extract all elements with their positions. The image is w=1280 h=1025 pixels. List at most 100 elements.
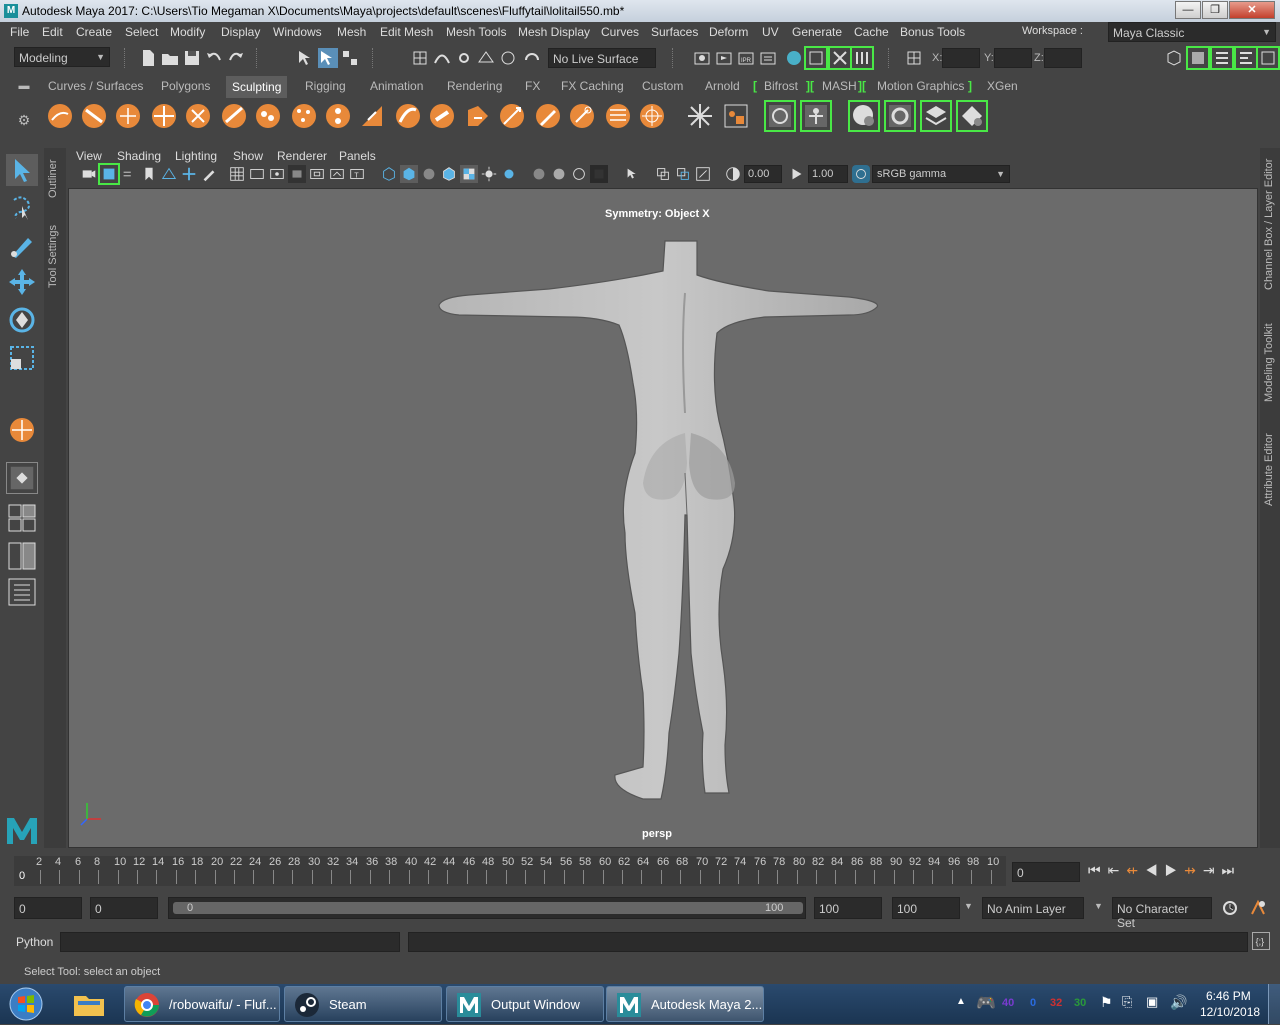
panel-menu-view[interactable]: View xyxy=(76,149,102,163)
panel-menu-shading[interactable]: Shading xyxy=(117,149,161,163)
auto-key-icon[interactable] xyxy=(1220,898,1240,918)
grid-icon[interactable] xyxy=(228,165,246,183)
render-current-frame-icon[interactable] xyxy=(714,48,734,68)
command-input[interactable] xyxy=(60,932,400,952)
command-language-toggle[interactable]: Python xyxy=(16,935,53,949)
panel-menu-renderer[interactable]: Renderer xyxy=(277,149,327,163)
gamma-icon[interactable] xyxy=(788,165,806,183)
network-icon[interactable]: ▣ xyxy=(1146,994,1158,1010)
tray-counter-blue[interactable]: 0 xyxy=(1030,997,1036,1009)
menu-edit[interactable]: Edit xyxy=(42,25,63,39)
windows-start-button[interactable] xyxy=(6,986,46,1022)
z-field[interactable] xyxy=(1044,48,1082,68)
grab-tool-icon[interactable] xyxy=(150,102,178,130)
smooth-shade-icon[interactable] xyxy=(400,165,418,183)
range-slider[interactable]: 0 100 xyxy=(168,897,806,919)
freeze-tool-icon[interactable] xyxy=(638,102,666,130)
shelf-tab-bifrost[interactable]: Bifrost xyxy=(764,79,798,93)
attribute-editor-tab[interactable]: Attribute Editor xyxy=(1263,433,1275,506)
menu-curves[interactable]: Curves xyxy=(601,25,639,39)
minimize-button[interactable]: — xyxy=(1175,1,1201,19)
step-back-key-icon[interactable]: ⇤ xyxy=(1108,862,1127,878)
playback-end-field[interactable]: 100 xyxy=(814,897,882,919)
absolute-transform-icon[interactable] xyxy=(904,48,924,68)
undo-icon[interactable] xyxy=(204,48,224,68)
color-management-toggle-icon[interactable] xyxy=(852,165,870,183)
safe-action-icon[interactable] xyxy=(328,165,346,183)
xray-joints-icon[interactable] xyxy=(694,165,712,183)
gamepad-icon[interactable]: 🎮 xyxy=(976,993,996,1013)
chevron-down-icon[interactable]: ▼ xyxy=(1094,901,1103,911)
convert-to-frozen-icon[interactable] xyxy=(686,102,714,130)
snap-point-icon[interactable] xyxy=(454,48,474,68)
menu-edit-mesh[interactable]: Edit Mesh xyxy=(380,25,433,39)
show-hidden-icons-icon[interactable]: ▲ xyxy=(956,996,966,1007)
flatten-tool-icon[interactable] xyxy=(220,102,248,130)
gate-mask-icon[interactable] xyxy=(288,165,306,183)
shelf-tab-fx-caching[interactable]: FX Caching xyxy=(561,79,624,93)
repeat-tool-icon[interactable] xyxy=(324,102,352,130)
knife-tool-icon[interactable] xyxy=(498,102,526,130)
menu-uv[interactable]: UV xyxy=(762,25,779,39)
usb-device-icon[interactable]: ⎘ xyxy=(1122,994,1132,1010)
select-hierarchy-icon[interactable] xyxy=(296,48,316,68)
bulge-tool-icon[interactable] xyxy=(568,102,596,130)
menu-cache[interactable]: Cache xyxy=(854,25,889,39)
save-scene-icon[interactable] xyxy=(182,48,202,68)
wireframe-on-shaded-icon[interactable] xyxy=(440,165,458,183)
2d-pan-zoom-icon[interactable] xyxy=(180,165,198,183)
textured-icon[interactable] xyxy=(460,165,478,183)
channel-box-tab[interactable]: Channel Box / Layer Editor xyxy=(1263,159,1275,290)
image-plane-icon[interactable] xyxy=(160,165,178,183)
shelf-tab-custom[interactable]: Custom xyxy=(642,79,683,93)
pinch-tool-icon[interactable] xyxy=(184,102,212,130)
lasso-tool-icon[interactable] xyxy=(6,192,38,224)
light-editor-icon[interactable] xyxy=(828,46,852,70)
mash-network-icon[interactable] xyxy=(920,100,952,132)
shelf-tab-rendering[interactable]: Rendering xyxy=(447,79,502,93)
range-slider-handle[interactable] xyxy=(173,902,803,914)
snap-view-plane-icon[interactable] xyxy=(476,48,496,68)
bifrost-liquid-icon[interactable] xyxy=(848,100,880,132)
tray-counter-purple[interactable]: 40 xyxy=(1002,997,1014,1009)
time-slider[interactable]: 2 4 6 8 10 12 14 16 18 20 22 24 26 28 30 32 34 36 38 40 42 44… xyxy=(14,856,1006,886)
x-field[interactable] xyxy=(942,48,980,68)
animation-preferences-icon[interactable] xyxy=(1248,898,1268,918)
safe-title-icon[interactable]: T xyxy=(348,165,366,183)
camera-attributes-icon[interactable] xyxy=(98,163,120,185)
sign-in-icon[interactable] xyxy=(1164,48,1184,68)
close-button[interactable]: ✕ xyxy=(1229,1,1275,19)
pose-editor-icon[interactable] xyxy=(800,100,832,132)
menu-select[interactable]: Select xyxy=(125,25,158,39)
default-lighting-icon[interactable] xyxy=(420,165,438,183)
live-surface-field[interactable]: No Live Surface xyxy=(548,48,656,68)
render-setup-icon[interactable] xyxy=(804,46,828,70)
current-frame-field[interactable]: 0 xyxy=(1012,862,1080,882)
redo-icon[interactable] xyxy=(226,48,246,68)
motion-blur-icon[interactable] xyxy=(550,165,568,183)
shelf-tab-fx[interactable]: FX xyxy=(525,79,540,93)
outliner-tab[interactable]: Outliner xyxy=(47,159,59,198)
toggle-panels-icon[interactable] xyxy=(850,46,874,70)
character-set-dropdown[interactable]: No Character Set xyxy=(1112,897,1212,930)
sculpt-layers-icon[interactable] xyxy=(722,102,750,130)
snap-live-icon[interactable] xyxy=(498,48,518,68)
outliner-list-icon[interactable] xyxy=(6,576,38,608)
isolate-select-icon[interactable] xyxy=(624,165,642,183)
ipr-render-icon[interactable]: IPR xyxy=(736,48,756,68)
shelf-tab-xgen[interactable]: XGen xyxy=(987,79,1018,93)
script-editor-icon[interactable]: {;} xyxy=(1252,932,1270,950)
smooth-tool-icon[interactable] xyxy=(80,102,108,130)
go-to-start-icon[interactable]: ⏮ xyxy=(1088,862,1108,878)
volume-icon[interactable]: 🔊 xyxy=(1170,994,1187,1011)
last-tool-sculpt-icon[interactable] xyxy=(6,414,38,446)
shelf-tab-mash[interactable]: MASH xyxy=(822,79,857,93)
taskbar-chrome[interactable]: /robowaifu/ - Fluf... xyxy=(124,986,280,1022)
grease-pencil-icon[interactable] xyxy=(200,165,218,183)
render-settings-icon[interactable] xyxy=(758,48,778,68)
relax-tool-icon[interactable] xyxy=(114,102,142,130)
play-backwards-icon[interactable]: ◀ xyxy=(1145,862,1165,878)
paint-select-tool-icon[interactable] xyxy=(6,230,38,262)
four-view-layout-icon[interactable] xyxy=(6,502,38,534)
step-forward-key-icon[interactable]: ⇥ xyxy=(1203,862,1222,878)
